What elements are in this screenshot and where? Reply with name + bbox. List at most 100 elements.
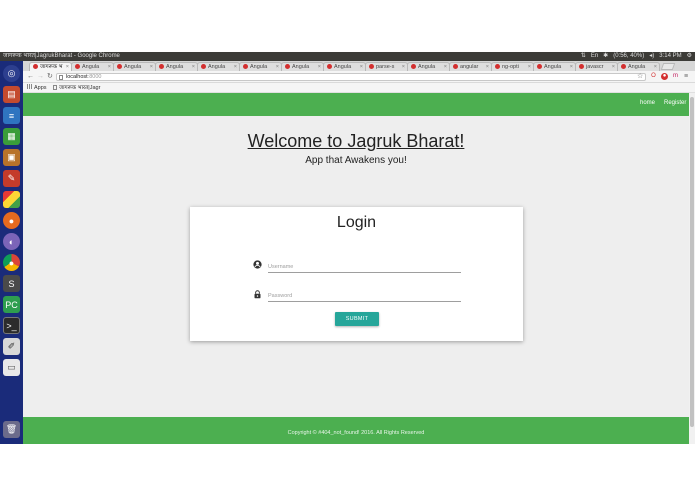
pycharm-icon[interactable]: PC: [3, 296, 20, 313]
address-bar[interactable]: localhost:8000: [56, 73, 646, 81]
bookmark-item[interactable]: जागरूक भारत|Jagr: [53, 83, 100, 93]
chrome-menu-icon[interactable]: ≡: [684, 71, 688, 83]
tab-close-icon[interactable]: ×: [486, 63, 489, 71]
page-info-icon[interactable]: [59, 75, 63, 80]
sublime-text-icon[interactable]: S: [3, 275, 20, 292]
tab-label: Angula: [208, 64, 226, 70]
browser-tab[interactable]: Angula ×: [533, 62, 576, 71]
tab-label: Angula: [292, 64, 310, 70]
ubuntu-dash-icon[interactable]: ◎: [3, 65, 20, 82]
browser-toolbar: ← → ↻ localhost:8000 ☆ O ● m ≡: [23, 71, 695, 83]
tab-label: Angula: [166, 64, 184, 70]
clock[interactable]: 3:14 PM: [659, 52, 681, 61]
tab-close-icon[interactable]: ×: [234, 63, 237, 71]
nav-home-link[interactable]: home: [640, 100, 655, 106]
tab-close-icon[interactable]: ×: [360, 63, 363, 71]
libreoffice-writer-icon[interactable]: ≡: [3, 107, 20, 124]
tab-strip: जागरूक भ × Angula × Angula × Angula × Angula × Ang…: [23, 61, 695, 71]
page-scrollbar[interactable]: [689, 93, 695, 444]
browser-tab[interactable]: Angula ×: [239, 62, 282, 71]
tab-label: javascr: [586, 64, 604, 70]
account-circle-icon: [253, 260, 262, 269]
copyright-text: Copyright © #404_not_found! 2016. All Ri…: [287, 430, 425, 436]
tab-label: Angula: [82, 64, 100, 70]
browser-tab[interactable]: angular ×: [449, 62, 492, 71]
browser-tab[interactable]: Angula ×: [197, 62, 240, 71]
browser-tab[interactable]: Angula ×: [155, 62, 198, 71]
tab-close-icon[interactable]: ×: [66, 63, 69, 71]
tab-favicon-icon: [411, 63, 416, 69]
tab-close-icon[interactable]: ×: [318, 63, 321, 71]
tab-label: ng-opti: [502, 64, 519, 70]
tab-close-icon[interactable]: ×: [402, 63, 405, 71]
terminal-icon[interactable]: >_: [3, 317, 20, 334]
tab-label: Angula: [334, 64, 352, 70]
login-title: Login: [336, 214, 377, 231]
username-input[interactable]: [268, 261, 461, 273]
settings-gear-icon[interactable]: ⚙: [687, 52, 692, 61]
forward-icon[interactable]: →: [37, 71, 44, 83]
tab-close-icon[interactable]: ×: [528, 63, 531, 71]
browser-tab[interactable]: ng-opti ×: [491, 62, 534, 71]
nav-register-link[interactable]: Register: [664, 100, 686, 106]
tab-label: angular: [460, 64, 479, 70]
text-editor-icon[interactable]: ✎: [3, 170, 20, 187]
tab-close-icon[interactable]: ×: [150, 63, 153, 71]
tab-close-icon[interactable]: ×: [108, 63, 111, 71]
network-icon[interactable]: ⇅: [581, 52, 586, 61]
battery-status[interactable]: (0:56, 40%): [613, 52, 644, 61]
tab-close-icon[interactable]: ×: [444, 63, 447, 71]
editor-icon[interactable]: ✐: [3, 338, 20, 355]
bookmark-star-icon[interactable]: ☆: [637, 71, 643, 83]
browser-tab[interactable]: Angula ×: [113, 62, 156, 71]
archive-icon[interactable]: ▣: [3, 149, 20, 166]
bluetooth-icon[interactable]: ✱: [603, 52, 608, 61]
tab-favicon-icon: [243, 63, 248, 69]
url-port: :8000: [87, 74, 102, 80]
apps-label: Apps: [34, 85, 47, 91]
browser-tab[interactable]: Angula ×: [323, 62, 366, 71]
libreoffice-calc-icon[interactable]: ▦: [3, 128, 20, 145]
tab-favicon-icon: [159, 63, 164, 69]
tab-close-icon[interactable]: ×: [570, 63, 573, 71]
files-icon[interactable]: ▤: [3, 86, 20, 103]
apps-shortcut[interactable]: Apps: [27, 83, 47, 93]
software-center-icon[interactable]: [3, 191, 20, 208]
tab-favicon-icon: [453, 63, 458, 69]
keyboard-icon[interactable]: En: [591, 52, 598, 61]
new-tab-button[interactable]: [660, 63, 676, 70]
password-input[interactable]: [268, 290, 461, 302]
browser-tab[interactable]: Angula ×: [281, 62, 324, 71]
tab-close-icon[interactable]: ×: [276, 63, 279, 71]
reload-icon[interactable]: ↻: [47, 71, 53, 83]
opera-extension-icon[interactable]: O: [650, 73, 657, 80]
submit-button[interactable]: SUBMIT: [335, 312, 379, 326]
desktop-screen: जागरूक भारत|JagrukBharat - Google Chrome…: [0, 52, 695, 444]
back-icon[interactable]: ←: [27, 71, 34, 83]
browser-tab[interactable]: Angula ×: [71, 62, 114, 71]
tab-favicon-icon: [537, 63, 542, 69]
firefox-icon[interactable]: ●: [3, 212, 20, 229]
tab-close-icon[interactable]: ×: [612, 63, 615, 71]
browser-tab[interactable]: Angula ×: [407, 62, 450, 71]
login-card: Login SUBMIT: [190, 207, 523, 341]
browser-tab[interactable]: parse-s ×: [365, 62, 408, 71]
volume-icon[interactable]: ◂): [649, 52, 654, 61]
browser-tab[interactable]: Angula ×: [617, 62, 660, 71]
scrollbar-thumb[interactable]: [690, 97, 694, 427]
drive-icon[interactable]: ▭: [3, 359, 20, 376]
tab-favicon-icon: [369, 63, 374, 69]
m-extension-icon[interactable]: m: [672, 73, 679, 80]
page-icon: [53, 85, 57, 90]
welcome-heading: Welcome to Jagruk Bharat!: [247, 131, 465, 151]
app-icon[interactable]: ◐: [3, 233, 20, 250]
chrome-icon[interactable]: ●: [3, 254, 20, 271]
tab-close-icon[interactable]: ×: [192, 63, 195, 71]
browser-tab[interactable]: जागरूक भ ×: [29, 62, 72, 71]
apps-grid-icon: [27, 84, 32, 89]
tab-close-icon[interactable]: ×: [654, 63, 657, 71]
tab-favicon-icon: [75, 63, 80, 69]
adblock-extension-icon[interactable]: ●: [661, 73, 668, 80]
trash-icon[interactable]: 🗑: [3, 421, 20, 438]
browser-tab[interactable]: javascr ×: [575, 62, 618, 71]
